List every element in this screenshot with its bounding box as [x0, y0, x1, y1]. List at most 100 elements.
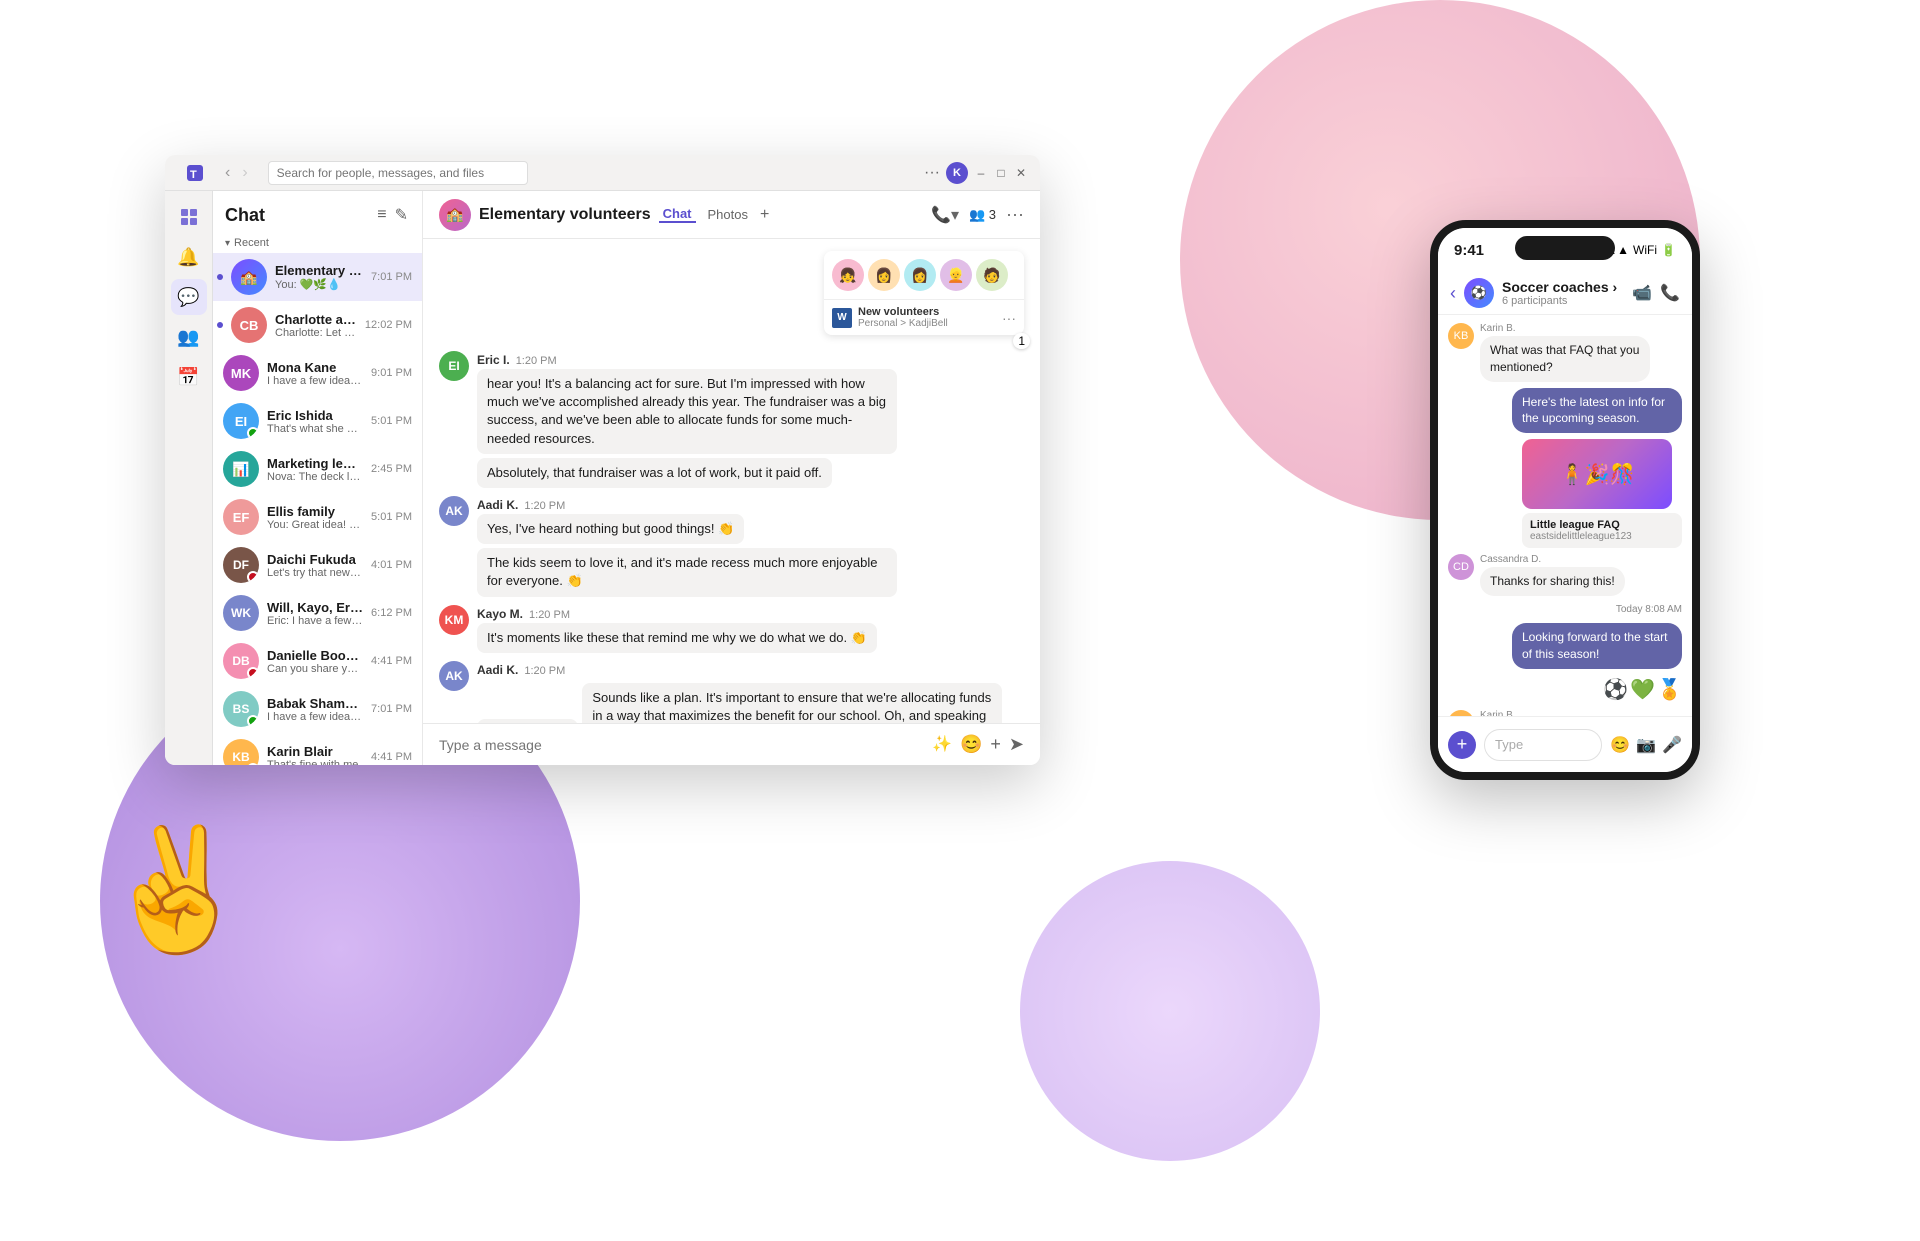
chat-avatar-4: EI — [223, 403, 259, 439]
mini-avatar-2: 👩 — [868, 259, 900, 291]
phone-add-button[interactable]: + — [1448, 731, 1476, 759]
msg-content-aadi1: Aadi K.1:20 PM Yes, I've heard nothing b… — [477, 496, 1024, 597]
mini-avatar-4: 👱 — [940, 259, 972, 291]
main-chat: 🏫 Elementary volunteers Chat Photos + 📞▾… — [423, 191, 1040, 765]
nav-icon-activity[interactable]: 🔔 — [171, 239, 207, 275]
chat-avatar-3: MK — [223, 355, 259, 391]
status-online-4 — [247, 427, 259, 439]
chat-preview-9: Can you share your number — [267, 663, 363, 675]
svg-text:T: T — [190, 169, 197, 181]
search-input[interactable] — [268, 161, 528, 185]
nav-icon-chat[interactable]: 💬 — [171, 279, 207, 315]
emoji-icon[interactable]: 😊 — [960, 734, 982, 755]
call-options-button[interactable]: 📞▾ — [931, 205, 959, 225]
nav-icon-calendar[interactable]: 📅 — [171, 359, 207, 395]
phone-emoji-button[interactable]: 😊 — [1610, 735, 1630, 755]
message-group-aadi1: AK Aadi K.1:20 PM Yes, I've heard nothin… — [439, 496, 1024, 597]
tab-chat[interactable]: Chat — [659, 206, 696, 223]
chat-panel: Chat ≡ ✎ Recent 🏫 Elementary volunteers … — [213, 191, 423, 765]
doc-name: New volunteers — [858, 306, 996, 318]
message-group-eric: EI Eric I.1:20 PM hear you! It's a balan… — [439, 351, 1024, 488]
msg-sender-eric: Eric I.1:20 PM — [477, 351, 1024, 369]
status-busy-9 — [247, 667, 259, 679]
chat-preview-11: That's fine with me — [267, 759, 363, 766]
compose-button[interactable]: ✎ — [393, 203, 410, 227]
phone-msg-card: 🧍🎉🎊 Little league FAQ eastsidelittleleag… — [1448, 439, 1682, 548]
more-chat-options-button[interactable]: ··· — [1006, 204, 1024, 225]
chat-item-mona[interactable]: MK Mona Kane I have a few ideas to share… — [213, 349, 422, 397]
chat-avatar-1: 🏫 — [231, 259, 267, 295]
recent-label: Recent — [213, 233, 422, 253]
chat-item-elementary[interactable]: 🏫 Elementary volunteers You: 💚🌿💧 7:01 PM — [213, 253, 422, 301]
phone-camera-button[interactable]: 📷 — [1636, 735, 1656, 755]
message-input[interactable] — [439, 737, 922, 753]
chat-item-ellis[interactable]: EF Ellis family You: Great idea! Let's g… — [213, 493, 422, 541]
title-bar: T ‹ › ··· K – □ ✕ — [165, 155, 1040, 191]
msg-content-eric: Eric I.1:20 PM hear you! It's a balancin… — [477, 351, 1024, 488]
chat-header-right: 📞▾ 👥 3 ··· — [931, 204, 1024, 225]
sticker-icon[interactable]: ✨ — [932, 734, 952, 755]
nav-forward-button[interactable]: › — [238, 162, 251, 184]
chat-item-eric[interactable]: EI Eric Ishida That's what she said 5:01… — [213, 397, 422, 445]
chat-preview-2: Charlotte: Let us welcome our new PTA vo… — [275, 327, 357, 339]
chat-time-11: 4:41 PM — [371, 751, 412, 763]
title-bar-nav: ‹ › — [221, 162, 252, 184]
filter-button[interactable]: ≡ — [375, 203, 388, 227]
phone-msg-right1: Here's the latest on info for the upcomi… — [1448, 388, 1682, 434]
phone-chat-avatar: ⚽ — [1464, 278, 1494, 308]
chat-item-charlotte[interactable]: CB Charlotte and Babak Charlotte: Let us… — [213, 301, 422, 349]
msg-sender-kayo: Kayo M.1:20 PM — [477, 605, 1024, 623]
chat-item-will[interactable]: WK Will, Kayo, Eric, +4 Eric: I have a f… — [213, 589, 422, 637]
phone-input-placeholder: Type — [1495, 737, 1523, 752]
attach-icon[interactable]: + — [990, 734, 1001, 755]
tab-photos[interactable]: Photos — [704, 207, 752, 222]
doc-more-button[interactable]: ··· — [1002, 310, 1016, 326]
phone-chat-header: ‹ ⚽ Soccer coaches › 6 participants 📹 📞 — [1438, 272, 1692, 315]
phone-input-field[interactable]: Type — [1484, 729, 1602, 761]
msg-avatar-aadi2: AK — [439, 661, 469, 691]
nav-back-button[interactable]: ‹ — [221, 162, 234, 184]
msg-sender-aadi2: Aadi K.1:20 PM — [477, 661, 1024, 679]
pinned-avatars: 👧 👩 👩 👱 🧑 — [824, 251, 1024, 299]
chat-item-danielle[interactable]: DB Danielle Booker Can you share your nu… — [213, 637, 422, 685]
chat-name-1: Elementary volunteers — [275, 263, 363, 278]
phone-emoji-row: ⚽ 💚 🏅 — [1448, 675, 1682, 704]
phone-video-icon[interactable]: 📹 — [1632, 283, 1652, 303]
nav-icon-teams2[interactable]: 👥 — [171, 319, 207, 355]
more-options-button[interactable]: ··· — [924, 164, 940, 182]
phone-avatar-karin: KB — [1448, 323, 1474, 349]
pinned-card: 👧 👩 👩 👱 🧑 W New volunteers Personal > Ka… — [824, 251, 1024, 335]
phone-bubble-right2: Looking forward to the start of this sea… — [1512, 623, 1682, 669]
nav-rail: 🔔 💬 👥 📅 — [165, 191, 213, 765]
chat-preview-8: Eric: I have a few ideas to share — [267, 615, 363, 627]
tab-add-button[interactable]: + — [760, 206, 769, 224]
phone-call-icon[interactable]: 📞 — [1660, 283, 1680, 303]
nav-icon-teams[interactable] — [171, 199, 207, 235]
chat-item-karin[interactable]: KB Karin Blair That's fine with me 4:41 … — [213, 733, 422, 765]
phone-doc-name: Little league FAQ — [1530, 519, 1674, 531]
msg-avatar-kayo: KM — [439, 605, 469, 635]
msg-bubble-aadi1: Yes, I've heard nothing but good things!… — [477, 514, 744, 544]
chat-preview-5: Nova: The deck looks great! — [267, 471, 363, 483]
chat-name-11: Karin Blair — [267, 744, 363, 759]
phone-back-button[interactable]: ‹ — [1450, 283, 1456, 304]
chat-time-1: 7:01 PM — [371, 271, 412, 283]
chat-preview-4: That's what she said — [267, 423, 363, 435]
chat-info-6: Ellis family You: Great idea! Let's go a… — [267, 504, 363, 531]
chat-item-daichi[interactable]: DF Daichi Fukuda Let's try that new plac… — [213, 541, 422, 589]
msg-content-aadi2: Aadi K.1:20 PM 🤌🤌🤌🤌🤌 Sounds like a plan.… — [477, 661, 1024, 723]
chat-name-9: Danielle Booker — [267, 648, 363, 663]
phone-mic-button[interactable]: 🎤 — [1662, 735, 1682, 755]
close-button[interactable]: ✕ — [1014, 166, 1028, 180]
minimize-button[interactable]: – — [974, 166, 988, 180]
chat-item-marketing[interactable]: 📊 Marketing leads Nova: The deck looks g… — [213, 445, 422, 493]
send-icon[interactable]: ➤ — [1009, 734, 1024, 755]
user-avatar[interactable]: K — [946, 162, 968, 184]
chat-item-babak[interactable]: BS Babak Shammas I have a few ideas to s… — [213, 685, 422, 733]
wifi-icon: WiFi — [1633, 243, 1657, 257]
chat-time-6: 5:01 PM — [371, 511, 412, 523]
chat-name-7: Daichi Fukuda — [267, 552, 363, 567]
unread-dot — [217, 274, 223, 280]
input-actions: ✨ 😊 + ➤ — [932, 734, 1024, 755]
restore-button[interactable]: □ — [994, 166, 1008, 180]
